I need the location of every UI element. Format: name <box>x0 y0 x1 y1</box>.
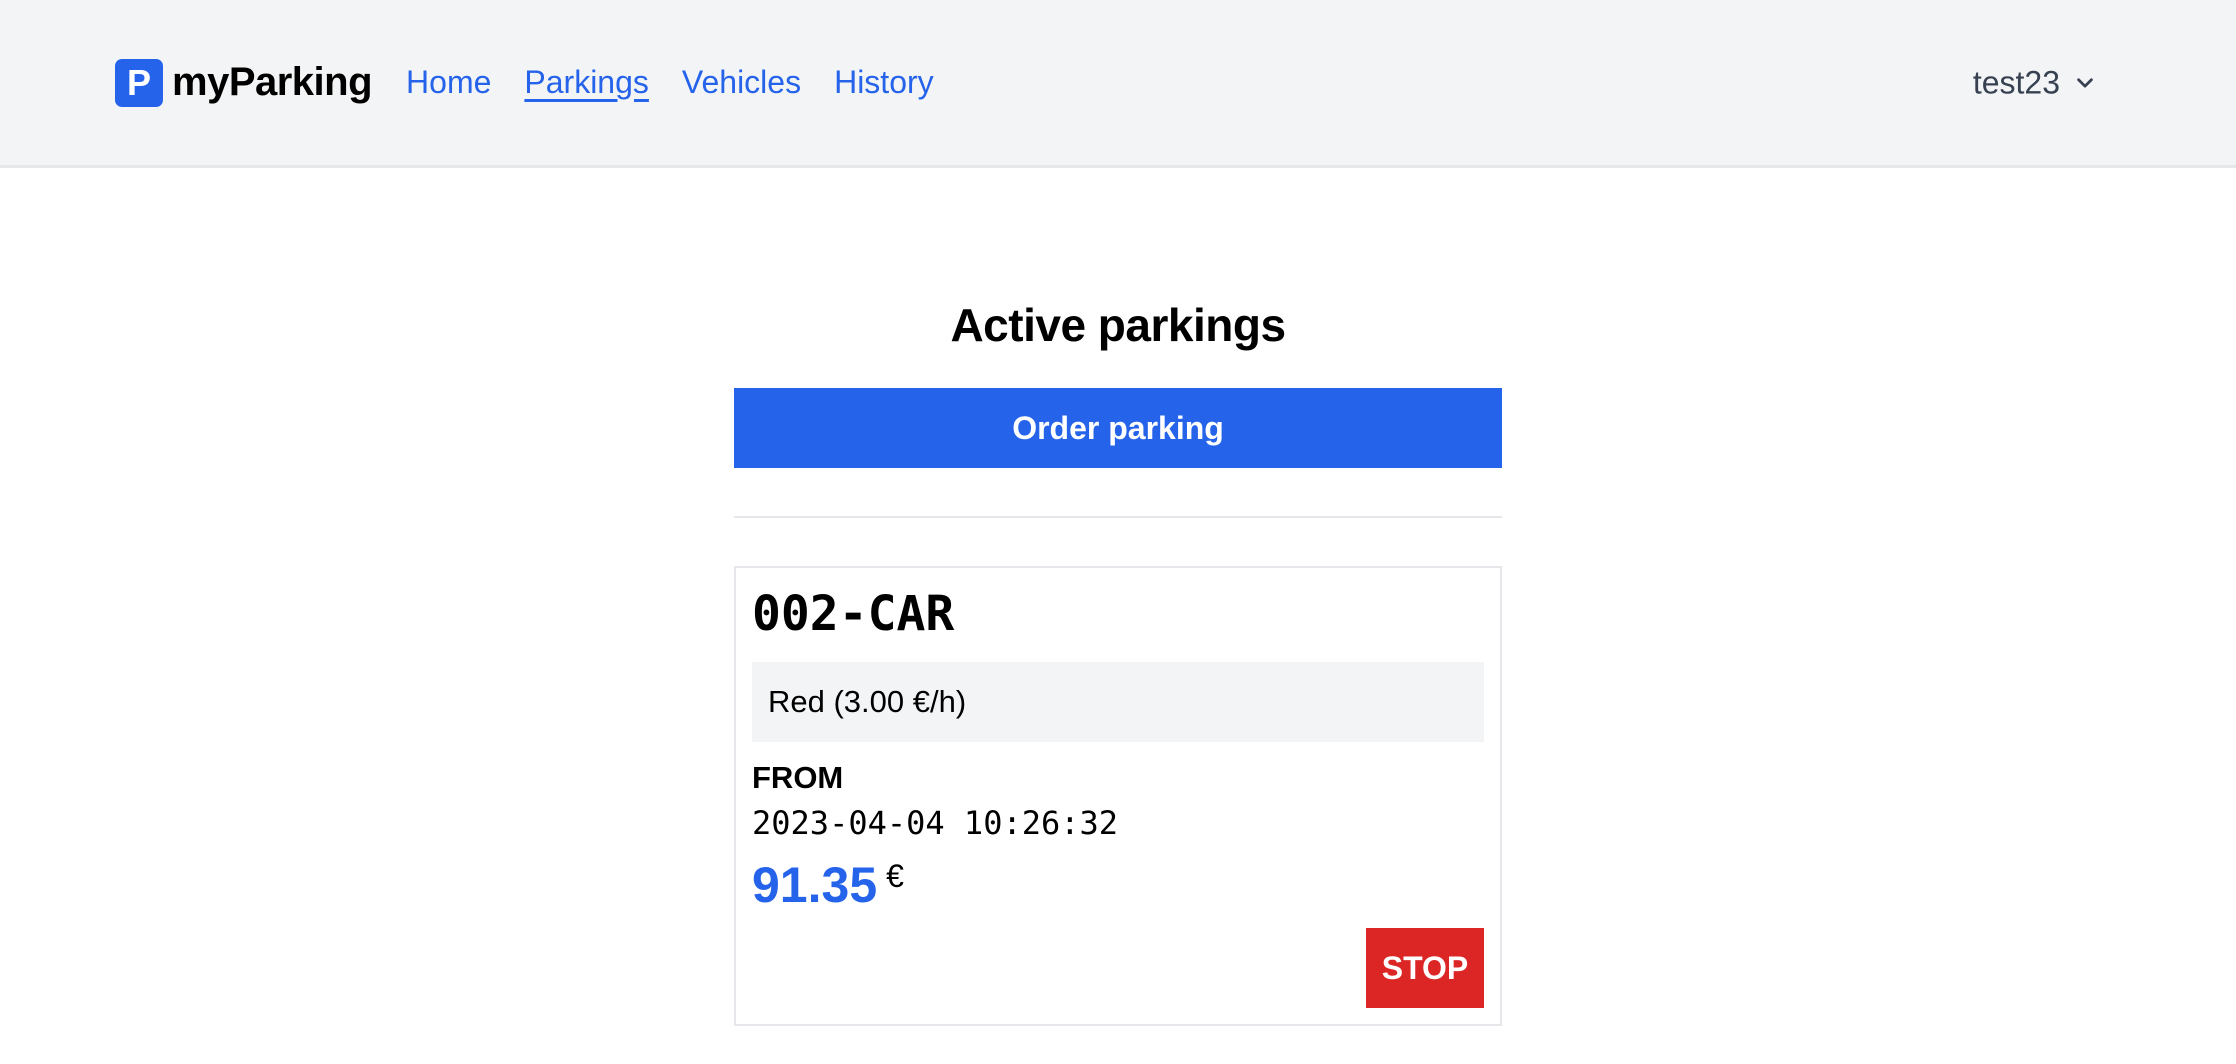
price-row: 91.35 € <box>752 856 1484 914</box>
brand-name: myParking <box>172 60 373 104</box>
nav-link-home[interactable]: Home <box>406 64 491 101</box>
user-menu[interactable]: test23 <box>1973 64 2096 101</box>
chevron-down-icon <box>2077 78 2093 88</box>
vehicle-plate: 002-CAR <box>752 586 955 642</box>
price-value: 91.35 <box>752 857 878 913</box>
parking-card: 002-CAR Red (3.00 €/h) FROM 2023-04-04 1… <box>734 566 1502 1026</box>
navbar: P myParking Home Parkings Vehicles Histo… <box>0 0 2236 168</box>
divider <box>734 516 1502 518</box>
order-parking-button[interactable]: Order parking <box>734 388 1502 468</box>
parking-zone: Red (3.00 €/h) <box>752 662 1484 742</box>
nav-link-history[interactable]: History <box>834 64 934 101</box>
from-label: FROM <box>752 760 844 795</box>
from-timestamp: 2023-04-04 10:26:32 <box>752 804 1119 842</box>
main-content: Active parkings Order parking 002-CAR Re… <box>734 168 1502 1026</box>
nav-link-vehicles[interactable]: Vehicles <box>682 64 801 101</box>
stop-parking-button[interactable]: STOP <box>1366 928 1484 1008</box>
brand-logo[interactable]: P myParking <box>115 58 373 107</box>
price-currency: € <box>886 858 904 894</box>
parking-zone-label: Red (3.00 €/h) <box>768 684 967 719</box>
username-label: test23 <box>1972 64 2060 100</box>
nav-link-parkings[interactable]: Parkings <box>524 64 649 101</box>
parking-logo-icon: P <box>115 58 163 107</box>
page-title: Active parkings <box>950 299 1286 351</box>
